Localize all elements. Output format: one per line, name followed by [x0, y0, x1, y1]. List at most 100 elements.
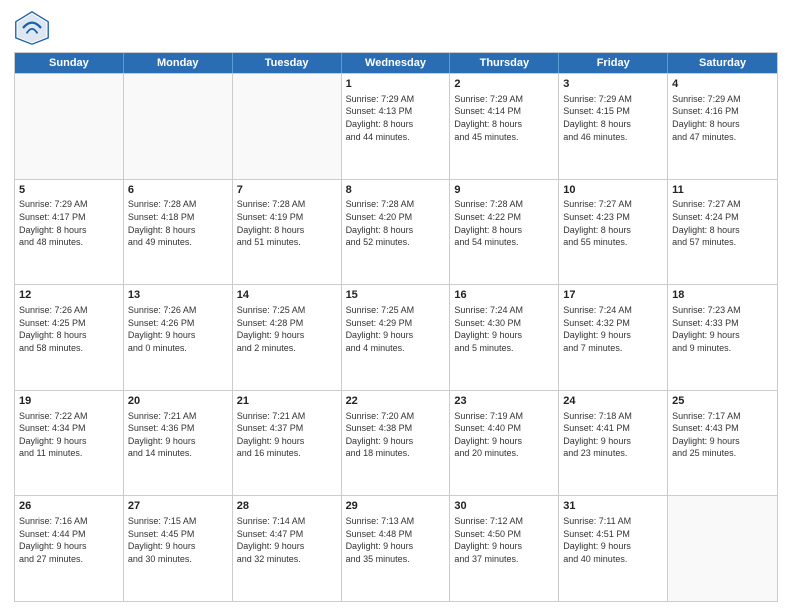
- day-number: 11: [672, 183, 773, 198]
- calendar-day-cell: 21Sunrise: 7:21 AM Sunset: 4:37 PM Dayli…: [233, 391, 342, 496]
- day-info: Sunrise: 7:29 AM Sunset: 4:16 PM Dayligh…: [672, 93, 773, 143]
- day-number: 14: [237, 288, 337, 303]
- calendar-day-cell: 13Sunrise: 7:26 AM Sunset: 4:26 PM Dayli…: [124, 285, 233, 390]
- day-info: Sunrise: 7:18 AM Sunset: 4:41 PM Dayligh…: [563, 410, 663, 460]
- day-number: 24: [563, 394, 663, 409]
- day-number: 3: [563, 77, 663, 92]
- day-number: 9: [454, 183, 554, 198]
- calendar-row: 1Sunrise: 7:29 AM Sunset: 4:13 PM Daylig…: [15, 73, 777, 179]
- calendar-day-cell: 17Sunrise: 7:24 AM Sunset: 4:32 PM Dayli…: [559, 285, 668, 390]
- calendar-day-cell: 8Sunrise: 7:28 AM Sunset: 4:20 PM Daylig…: [342, 180, 451, 285]
- day-number: 25: [672, 394, 773, 409]
- day-info: Sunrise: 7:26 AM Sunset: 4:26 PM Dayligh…: [128, 304, 228, 354]
- calendar-day-cell: 9Sunrise: 7:28 AM Sunset: 4:22 PM Daylig…: [450, 180, 559, 285]
- day-number: 18: [672, 288, 773, 303]
- calendar-day-cell: 19Sunrise: 7:22 AM Sunset: 4:34 PM Dayli…: [15, 391, 124, 496]
- day-number: 16: [454, 288, 554, 303]
- calendar-day-cell: 14Sunrise: 7:25 AM Sunset: 4:28 PM Dayli…: [233, 285, 342, 390]
- calendar-day-cell: 16Sunrise: 7:24 AM Sunset: 4:30 PM Dayli…: [450, 285, 559, 390]
- calendar-body: 1Sunrise: 7:29 AM Sunset: 4:13 PM Daylig…: [15, 73, 777, 601]
- day-info: Sunrise: 7:28 AM Sunset: 4:22 PM Dayligh…: [454, 198, 554, 248]
- weekday-header: Monday: [124, 53, 233, 73]
- day-info: Sunrise: 7:13 AM Sunset: 4:48 PM Dayligh…: [346, 515, 446, 565]
- day-number: 1: [346, 77, 446, 92]
- page: SundayMondayTuesdayWednesdayThursdayFrid…: [0, 0, 792, 612]
- calendar-day-cell: 12Sunrise: 7:26 AM Sunset: 4:25 PM Dayli…: [15, 285, 124, 390]
- day-number: 19: [19, 394, 119, 409]
- calendar-day-cell: 4Sunrise: 7:29 AM Sunset: 4:16 PM Daylig…: [668, 74, 777, 179]
- calendar-day-cell: 1Sunrise: 7:29 AM Sunset: 4:13 PM Daylig…: [342, 74, 451, 179]
- day-info: Sunrise: 7:24 AM Sunset: 4:30 PM Dayligh…: [454, 304, 554, 354]
- day-info: Sunrise: 7:25 AM Sunset: 4:28 PM Dayligh…: [237, 304, 337, 354]
- calendar-row: 19Sunrise: 7:22 AM Sunset: 4:34 PM Dayli…: [15, 390, 777, 496]
- day-info: Sunrise: 7:11 AM Sunset: 4:51 PM Dayligh…: [563, 515, 663, 565]
- day-number: 7: [237, 183, 337, 198]
- calendar: SundayMondayTuesdayWednesdayThursdayFrid…: [14, 52, 778, 602]
- day-number: 15: [346, 288, 446, 303]
- day-info: Sunrise: 7:14 AM Sunset: 4:47 PM Dayligh…: [237, 515, 337, 565]
- calendar-header: SundayMondayTuesdayWednesdayThursdayFrid…: [15, 53, 777, 73]
- day-info: Sunrise: 7:29 AM Sunset: 4:14 PM Dayligh…: [454, 93, 554, 143]
- day-info: Sunrise: 7:22 AM Sunset: 4:34 PM Dayligh…: [19, 410, 119, 460]
- day-number: 23: [454, 394, 554, 409]
- day-number: 6: [128, 183, 228, 198]
- day-info: Sunrise: 7:12 AM Sunset: 4:50 PM Dayligh…: [454, 515, 554, 565]
- day-number: 26: [19, 499, 119, 514]
- day-info: Sunrise: 7:19 AM Sunset: 4:40 PM Dayligh…: [454, 410, 554, 460]
- calendar-row: 26Sunrise: 7:16 AM Sunset: 4:44 PM Dayli…: [15, 495, 777, 601]
- day-number: 29: [346, 499, 446, 514]
- calendar-day-cell: 24Sunrise: 7:18 AM Sunset: 4:41 PM Dayli…: [559, 391, 668, 496]
- day-info: Sunrise: 7:16 AM Sunset: 4:44 PM Dayligh…: [19, 515, 119, 565]
- day-number: 17: [563, 288, 663, 303]
- day-info: Sunrise: 7:21 AM Sunset: 4:37 PM Dayligh…: [237, 410, 337, 460]
- day-number: 4: [672, 77, 773, 92]
- day-info: Sunrise: 7:29 AM Sunset: 4:17 PM Dayligh…: [19, 198, 119, 248]
- calendar-day-cell: 2Sunrise: 7:29 AM Sunset: 4:14 PM Daylig…: [450, 74, 559, 179]
- day-number: 2: [454, 77, 554, 92]
- day-info: Sunrise: 7:21 AM Sunset: 4:36 PM Dayligh…: [128, 410, 228, 460]
- calendar-day-cell: 25Sunrise: 7:17 AM Sunset: 4:43 PM Dayli…: [668, 391, 777, 496]
- day-number: 12: [19, 288, 119, 303]
- calendar-day-cell: 28Sunrise: 7:14 AM Sunset: 4:47 PM Dayli…: [233, 496, 342, 601]
- day-number: 30: [454, 499, 554, 514]
- calendar-day-cell: 20Sunrise: 7:21 AM Sunset: 4:36 PM Dayli…: [124, 391, 233, 496]
- empty-cell: [124, 74, 233, 179]
- day-number: 20: [128, 394, 228, 409]
- weekday-header: Sunday: [15, 53, 124, 73]
- weekday-header: Saturday: [668, 53, 777, 73]
- day-number: 5: [19, 183, 119, 198]
- day-info: Sunrise: 7:27 AM Sunset: 4:23 PM Dayligh…: [563, 198, 663, 248]
- day-number: 28: [237, 499, 337, 514]
- calendar-day-cell: 27Sunrise: 7:15 AM Sunset: 4:45 PM Dayli…: [124, 496, 233, 601]
- empty-cell: [15, 74, 124, 179]
- weekday-header: Friday: [559, 53, 668, 73]
- calendar-day-cell: 29Sunrise: 7:13 AM Sunset: 4:48 PM Dayli…: [342, 496, 451, 601]
- day-info: Sunrise: 7:23 AM Sunset: 4:33 PM Dayligh…: [672, 304, 773, 354]
- weekday-header: Tuesday: [233, 53, 342, 73]
- logo: [14, 10, 54, 46]
- calendar-row: 5Sunrise: 7:29 AM Sunset: 4:17 PM Daylig…: [15, 179, 777, 285]
- day-info: Sunrise: 7:28 AM Sunset: 4:19 PM Dayligh…: [237, 198, 337, 248]
- calendar-day-cell: 6Sunrise: 7:28 AM Sunset: 4:18 PM Daylig…: [124, 180, 233, 285]
- day-number: 8: [346, 183, 446, 198]
- calendar-day-cell: 31Sunrise: 7:11 AM Sunset: 4:51 PM Dayli…: [559, 496, 668, 601]
- header: [14, 10, 778, 46]
- empty-cell: [233, 74, 342, 179]
- empty-cell: [668, 496, 777, 601]
- day-info: Sunrise: 7:29 AM Sunset: 4:13 PM Dayligh…: [346, 93, 446, 143]
- day-info: Sunrise: 7:20 AM Sunset: 4:38 PM Dayligh…: [346, 410, 446, 460]
- day-number: 10: [563, 183, 663, 198]
- calendar-day-cell: 30Sunrise: 7:12 AM Sunset: 4:50 PM Dayli…: [450, 496, 559, 601]
- day-info: Sunrise: 7:25 AM Sunset: 4:29 PM Dayligh…: [346, 304, 446, 354]
- calendar-day-cell: 11Sunrise: 7:27 AM Sunset: 4:24 PM Dayli…: [668, 180, 777, 285]
- day-number: 22: [346, 394, 446, 409]
- calendar-day-cell: 23Sunrise: 7:19 AM Sunset: 4:40 PM Dayli…: [450, 391, 559, 496]
- calendar-day-cell: 26Sunrise: 7:16 AM Sunset: 4:44 PM Dayli…: [15, 496, 124, 601]
- calendar-row: 12Sunrise: 7:26 AM Sunset: 4:25 PM Dayli…: [15, 284, 777, 390]
- calendar-day-cell: 15Sunrise: 7:25 AM Sunset: 4:29 PM Dayli…: [342, 285, 451, 390]
- day-number: 21: [237, 394, 337, 409]
- day-info: Sunrise: 7:17 AM Sunset: 4:43 PM Dayligh…: [672, 410, 773, 460]
- day-info: Sunrise: 7:28 AM Sunset: 4:18 PM Dayligh…: [128, 198, 228, 248]
- day-info: Sunrise: 7:26 AM Sunset: 4:25 PM Dayligh…: [19, 304, 119, 354]
- calendar-day-cell: 3Sunrise: 7:29 AM Sunset: 4:15 PM Daylig…: [559, 74, 668, 179]
